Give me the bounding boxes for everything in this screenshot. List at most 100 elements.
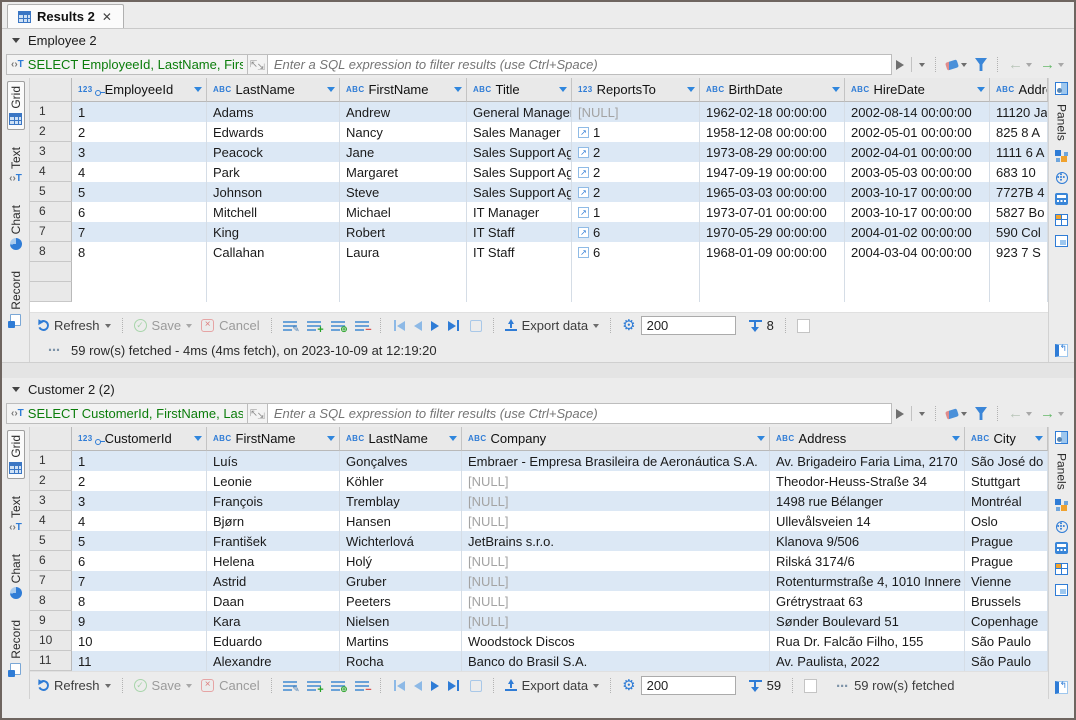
fetch-all-icon[interactable] bbox=[749, 680, 762, 692]
table-cell[interactable]: IT Staff bbox=[467, 222, 572, 242]
table-cell[interactable]: 1 bbox=[72, 102, 207, 122]
customer-sql-box[interactable]: ‹›T SELECT CustomerId, FirstName, LastNa bbox=[6, 403, 247, 424]
refresh-icon[interactable] bbox=[36, 678, 50, 692]
calculator-icon[interactable] bbox=[1055, 542, 1068, 554]
table-cell[interactable]: IT Staff bbox=[467, 242, 572, 262]
table-cell[interactable]: Stuttgart bbox=[965, 471, 1048, 491]
metadata-icon[interactable] bbox=[1055, 563, 1068, 575]
table-cell[interactable]: Prague bbox=[965, 531, 1048, 551]
apply-filter-button[interactable] bbox=[892, 403, 908, 424]
table-cell[interactable]: 1965-03-03 00:00:00 bbox=[700, 182, 845, 202]
table-cell[interactable]: 2003-05-03 00:00:00 bbox=[845, 162, 990, 182]
table-cell[interactable]: São Paulo bbox=[965, 651, 1048, 671]
row-number[interactable]: 8 bbox=[30, 242, 72, 262]
table-cell[interactable]: 7 bbox=[72, 571, 207, 591]
row-number[interactable]: 7 bbox=[30, 222, 72, 242]
row-number[interactable]: 2 bbox=[30, 471, 72, 491]
table-cell[interactable]: 1968-01-09 00:00:00 bbox=[700, 242, 845, 262]
nav-forward-button[interactable]: → bbox=[1036, 54, 1068, 75]
table-cell[interactable]: Wichterlová bbox=[340, 531, 462, 551]
refresh-button[interactable]: Refresh bbox=[54, 678, 100, 693]
table-cell[interactable]: Edwards bbox=[207, 122, 340, 142]
nav-previous-button[interactable] bbox=[412, 681, 424, 691]
table-cell[interactable]: Leonie bbox=[207, 471, 340, 491]
table-cell[interactable]: 3 bbox=[72, 142, 207, 162]
table-cell[interactable]: Sales Support Age bbox=[467, 182, 572, 202]
nav-next-button[interactable] bbox=[429, 321, 441, 331]
fetch-page-icon[interactable] bbox=[470, 680, 482, 692]
table-cell[interactable]: Peeters bbox=[340, 591, 462, 611]
column-filter-dropdown-icon[interactable] bbox=[952, 436, 960, 441]
column-header-customerid[interactable]: 123CustomerId bbox=[72, 427, 207, 451]
view-tab-chart[interactable]: Chart bbox=[8, 550, 24, 603]
table-cell[interactable]: 10 bbox=[72, 631, 207, 651]
table-cell[interactable]: ↗2 bbox=[572, 182, 700, 202]
table-cell[interactable]: Hansen bbox=[340, 511, 462, 531]
table-cell[interactable]: [NULL] bbox=[462, 471, 770, 491]
row-number[interactable]: 3 bbox=[30, 142, 72, 162]
table-cell[interactable]: Astrid bbox=[207, 571, 340, 591]
foreign-key-link-icon[interactable]: ↗ bbox=[578, 167, 589, 178]
fetch-size-input[interactable] bbox=[641, 316, 736, 335]
duplicate-row-icon[interactable] bbox=[331, 680, 345, 692]
aggregate-icon[interactable] bbox=[1056, 172, 1068, 184]
table-cell[interactable]: Rua Dr. Falcão Filho, 155 bbox=[770, 631, 965, 651]
table-cell[interactable]: Klanova 9/506 bbox=[770, 531, 965, 551]
nav-back-button[interactable]: ← bbox=[1004, 403, 1036, 424]
table-cell[interactable]: Ullevålsveien 14 bbox=[770, 511, 965, 531]
table-cell[interactable]: 1 bbox=[72, 451, 207, 471]
table-cell[interactable]: King bbox=[207, 222, 340, 242]
clear-filter-button[interactable] bbox=[942, 54, 971, 75]
column-header-address[interactable]: ABCAddress bbox=[770, 427, 965, 451]
row-number[interactable]: 7 bbox=[30, 571, 72, 591]
table-cell[interactable]: 7727B 4 bbox=[990, 182, 1048, 202]
edit-cell-icon[interactable] bbox=[283, 320, 297, 332]
table-cell[interactable]: Adams bbox=[207, 102, 340, 122]
table-cell[interactable]: General Manager bbox=[467, 102, 572, 122]
foreign-key-link-icon[interactable]: ↗ bbox=[578, 207, 589, 218]
customer-filter-input[interactable] bbox=[267, 403, 892, 424]
delete-row-icon[interactable] bbox=[355, 320, 369, 332]
column-filter-dropdown-icon[interactable] bbox=[449, 436, 457, 441]
foreign-key-link-icon[interactable]: ↗ bbox=[578, 127, 589, 138]
tab-close-icon[interactable]: ✕ bbox=[101, 10, 113, 24]
table-cell[interactable]: Woodstock Discos bbox=[462, 631, 770, 651]
table-cell[interactable]: Luís bbox=[207, 451, 340, 471]
column-header-reportsto[interactable]: 123ReportsTo bbox=[572, 78, 700, 102]
table-cell[interactable]: 2004-01-02 00:00:00 bbox=[845, 222, 990, 242]
row-number[interactable]: 1 bbox=[30, 102, 72, 122]
row-number[interactable]: 4 bbox=[30, 162, 72, 182]
fetch-all-icon[interactable] bbox=[749, 320, 762, 332]
row-number[interactable]: 6 bbox=[30, 551, 72, 571]
table-cell[interactable]: 8 bbox=[72, 242, 207, 262]
table-cell[interactable]: [NULL] bbox=[462, 511, 770, 531]
settings-gear-icon[interactable]: ⚙ bbox=[622, 318, 635, 333]
table-cell[interactable]: 8 bbox=[72, 591, 207, 611]
section-splitter[interactable] bbox=[2, 362, 1074, 378]
table-cell[interactable]: Rilská 3174/6 bbox=[770, 551, 965, 571]
row-number[interactable]: 10 bbox=[30, 631, 72, 651]
column-header-firstname[interactable]: ABCFirstName bbox=[340, 78, 467, 102]
table-cell[interactable]: Banco do Brasil S.A. bbox=[462, 651, 770, 671]
table-cell[interactable]: 9 bbox=[72, 611, 207, 631]
row-number[interactable]: 3 bbox=[30, 491, 72, 511]
table-cell[interactable]: Helena bbox=[207, 551, 340, 571]
table-cell[interactable]: 1973-07-01 00:00:00 bbox=[700, 202, 845, 222]
table-cell[interactable]: Embraer - Empresa Brasileira de Aeronáut… bbox=[462, 451, 770, 471]
column-filter-dropdown-icon[interactable] bbox=[559, 87, 567, 92]
employee-filter-input[interactable] bbox=[267, 54, 892, 75]
view-tab-grid[interactable]: Grid bbox=[7, 81, 25, 130]
table-cell[interactable]: 1970-05-29 00:00:00 bbox=[700, 222, 845, 242]
filter-history-dropdown[interactable] bbox=[915, 54, 929, 75]
duplicate-row-icon[interactable] bbox=[331, 320, 345, 332]
export-data-button[interactable]: Export data bbox=[522, 318, 589, 333]
table-cell[interactable]: François bbox=[207, 491, 340, 511]
column-filter-dropdown-icon[interactable] bbox=[757, 436, 765, 441]
column-filter-dropdown-icon[interactable] bbox=[687, 87, 695, 92]
cancel-button[interactable]: Cancel bbox=[219, 318, 259, 333]
table-cell[interactable]: 2003-10-17 00:00:00 bbox=[845, 202, 990, 222]
save-dropdown-icon[interactable] bbox=[186, 684, 192, 688]
table-cell[interactable]: 1958-12-08 00:00:00 bbox=[700, 122, 845, 142]
table-cell[interactable]: 2 bbox=[72, 471, 207, 491]
view-tab-chart[interactable]: Chart bbox=[8, 201, 24, 254]
